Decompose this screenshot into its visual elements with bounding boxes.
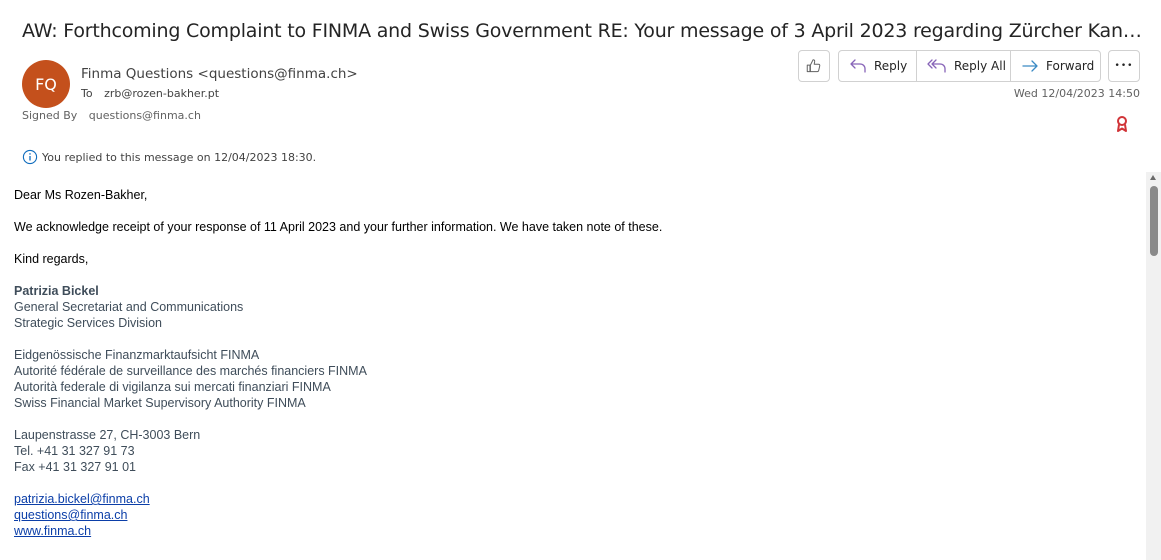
- email-body: Dear Ms Rozen-Bakher, We acknowledge rec…: [14, 187, 1134, 539]
- org-name-fr: Autorité fédérale de surveillance des ma…: [14, 364, 367, 378]
- info-icon: [22, 149, 38, 165]
- signed-by-row: Signed By questions@finma.ch: [22, 109, 201, 122]
- address: Laupenstrasse 27, CH-3003 Bern: [14, 428, 201, 442]
- email-link-questions[interactable]: questions@finma.ch: [14, 508, 127, 522]
- reply-all-icon: [927, 59, 946, 73]
- org-name-en: Swiss Financial Market Supervisory Autho…: [14, 396, 306, 410]
- signature-division: Strategic Services Division: [14, 316, 162, 330]
- fax: Fax +41 31 327 91 01: [14, 460, 136, 474]
- more-options-button[interactable]: •••: [1108, 50, 1140, 82]
- org-name-it: Autorità federale di vigilanza sui merca…: [14, 380, 331, 394]
- more-icon: •••: [1114, 61, 1134, 71]
- signed-ribbon-icon[interactable]: [1115, 115, 1129, 137]
- forward-label: Forward: [1046, 59, 1095, 73]
- recipient-address[interactable]: zrb@rozen-bakher.pt: [104, 87, 219, 100]
- reply-all-label: Reply All: [954, 59, 1006, 73]
- like-button[interactable]: [798, 50, 830, 82]
- scroll-up-arrow-icon[interactable]: [1150, 175, 1156, 180]
- thumbs-up-icon: [806, 59, 821, 73]
- signed-by-label: Signed By: [22, 109, 78, 122]
- to-label: To: [81, 87, 93, 100]
- reply-button[interactable]: Reply: [839, 51, 917, 81]
- signature-title: General Secretariat and Communications: [14, 300, 244, 314]
- sender-avatar[interactable]: FQ: [22, 60, 70, 108]
- forward-icon: [1022, 60, 1038, 72]
- email-subject: AW: Forthcoming Complaint to FINMA and S…: [22, 20, 1146, 42]
- closing: Kind regards,: [14, 252, 89, 266]
- replied-notice-text: You replied to this message on 12/04/202…: [42, 150, 317, 164]
- org-name-de: Eidgenössische Finanzmarktaufsicht FINMA: [14, 348, 260, 362]
- reply-label: Reply: [874, 59, 908, 73]
- website-link[interactable]: www.finma.ch: [14, 524, 91, 538]
- telephone: Tel. +41 31 327 91 73: [14, 444, 135, 458]
- body-paragraph: We acknowledge receipt of your response …: [14, 220, 663, 234]
- scrollbar-thumb[interactable]: [1150, 186, 1158, 256]
- reply-icon: [850, 59, 866, 73]
- reply-actions-group: Reply Reply All Forward: [838, 50, 1101, 82]
- reply-all-button[interactable]: Reply All: [917, 51, 1011, 81]
- recipient-row: To zrb@rozen-bakher.pt: [81, 87, 219, 100]
- signature-name: Patrizia Bickel: [14, 284, 99, 298]
- email-link-bickel[interactable]: patrizia.bickel@finma.ch: [14, 492, 150, 506]
- signed-by-value: questions@finma.ch: [88, 109, 201, 122]
- greeting: Dear Ms Rozen-Bakher,: [14, 188, 148, 202]
- replied-notice: You replied to this message on 12/04/202…: [22, 149, 316, 165]
- sender-name[interactable]: Finma Questions <questions@finma.ch>: [81, 66, 358, 82]
- forward-button[interactable]: Forward: [1011, 51, 1100, 81]
- email-date: Wed 12/04/2023 14:50: [1013, 87, 1140, 100]
